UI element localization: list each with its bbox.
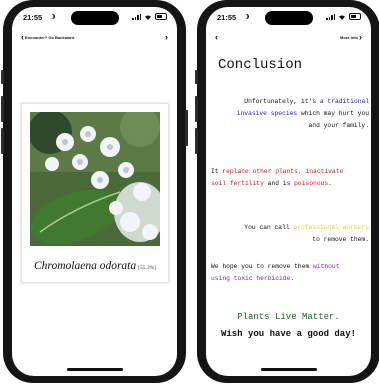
nav-row: ‹ More Info › bbox=[206, 33, 371, 45]
text: . bbox=[290, 275, 295, 282]
status-time: 21:55 bbox=[217, 13, 237, 22]
phone-button bbox=[195, 96, 198, 122]
dynamic-island bbox=[264, 11, 313, 25]
plant-photo bbox=[30, 112, 160, 246]
result-card: Chromolaena odorata [55.3%] bbox=[22, 104, 168, 282]
moon-icon bbox=[244, 14, 249, 19]
battery-icon bbox=[155, 13, 167, 20]
chevron-right-icon[interactable]: › bbox=[165, 33, 168, 42]
home-indicator[interactable] bbox=[260, 368, 317, 371]
text: . bbox=[328, 180, 332, 187]
paragraph-harm: It replace other plants, inactivate soil… bbox=[211, 166, 361, 190]
text: to remove them. bbox=[312, 236, 369, 243]
dynamic-island bbox=[70, 11, 119, 25]
paragraph-call: You can call professional workers to rem… bbox=[236, 222, 369, 246]
text: You can call bbox=[244, 224, 294, 231]
screen-left: 21:55 ‹ Encounter? Go Backward. › Chromo… bbox=[12, 7, 177, 376]
phone-button bbox=[185, 110, 188, 146]
status-time: 21:55 bbox=[23, 13, 43, 22]
chevron-left-icon: ‹ bbox=[21, 32, 24, 42]
text: It bbox=[211, 168, 223, 175]
status-icons bbox=[326, 13, 361, 20]
phone-button bbox=[1, 128, 4, 154]
back-button[interactable]: ‹ Encounter? Go Backward. bbox=[21, 33, 75, 42]
battery-icon bbox=[349, 13, 361, 20]
highlight-red: poisonous bbox=[294, 180, 329, 187]
nav-row: ‹ Encounter? Go Backward. › bbox=[12, 33, 177, 45]
wifi-icon bbox=[339, 14, 345, 20]
status-bar: 21:55 bbox=[206, 7, 371, 29]
paragraph-invasive: Unfortunately, it's a traditional invasi… bbox=[234, 96, 369, 132]
signal-icon bbox=[132, 13, 141, 20]
text: and is bbox=[263, 180, 295, 187]
phone-frame-left: 21:55 ‹ Encounter? Go Backward. › Chromo… bbox=[1, 0, 188, 383]
phone-button bbox=[1, 70, 4, 84]
phone-button bbox=[1, 96, 4, 122]
moon-icon bbox=[50, 14, 55, 19]
status-icons bbox=[132, 13, 167, 20]
phone-button bbox=[195, 128, 198, 154]
screen-right: 21:55 ‹ More Info › Conclusion Unfortuna… bbox=[206, 7, 371, 376]
more-info-label: More Info bbox=[340, 35, 358, 40]
slogan: Plants Live Matter. bbox=[237, 312, 340, 322]
phone-button bbox=[195, 70, 198, 84]
highlight-yellow: professional workers bbox=[293, 224, 369, 231]
page-title: Conclusion bbox=[218, 57, 303, 73]
chevron-left-icon[interactable]: ‹ bbox=[215, 33, 218, 42]
wifi-icon bbox=[145, 14, 151, 20]
paragraph-hope: We hope you to remove them without using… bbox=[211, 261, 341, 285]
text: Unfortunately, it's bbox=[244, 98, 320, 105]
home-indicator[interactable] bbox=[66, 368, 123, 371]
species-name: Chromolaena odorata bbox=[34, 260, 137, 272]
back-button-label: Encounter? Go Backward. bbox=[25, 35, 76, 40]
confidence-score: [55.3%] bbox=[138, 265, 156, 271]
species-caption: Chromolaena odorata [55.3%] bbox=[22, 256, 168, 274]
phone-frame-right: 21:55 ‹ More Info › Conclusion Unfortuna… bbox=[195, 0, 379, 383]
more-info-button[interactable]: More Info › bbox=[340, 33, 362, 42]
signal-icon bbox=[326, 13, 335, 20]
status-bar: 21:55 bbox=[12, 7, 177, 29]
chevron-right-icon: › bbox=[359, 32, 362, 42]
text: which may hurt you and your family. bbox=[297, 110, 369, 129]
text: We hope you to remove them bbox=[211, 263, 314, 270]
farewell: Wish you have a good day! bbox=[220, 329, 357, 339]
